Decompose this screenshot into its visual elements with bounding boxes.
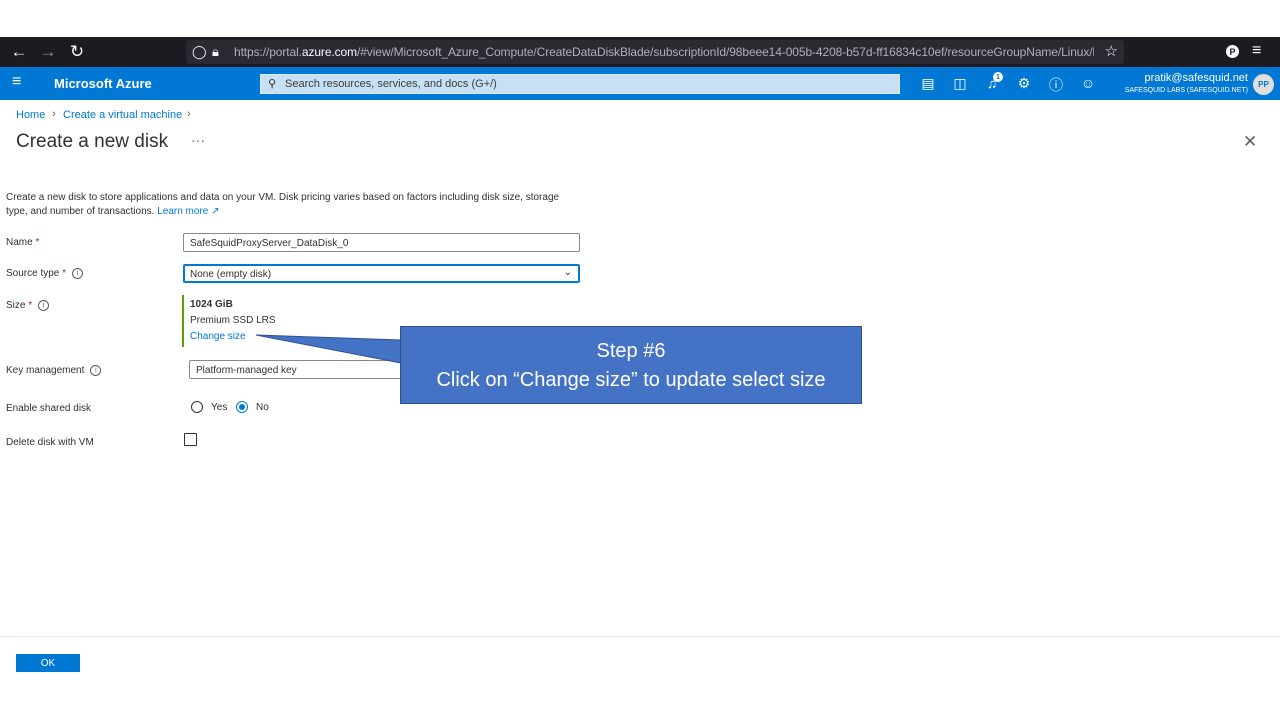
callout-instruction: Click on “Change size” to update select … [436, 369, 826, 391]
callout-step: Step #6 [596, 340, 666, 362]
step-callout: Step #6 Click on “Change size” to update… [400, 326, 862, 404]
footer-divider [0, 636, 1280, 637]
ok-button[interactable]: OK [16, 654, 80, 672]
